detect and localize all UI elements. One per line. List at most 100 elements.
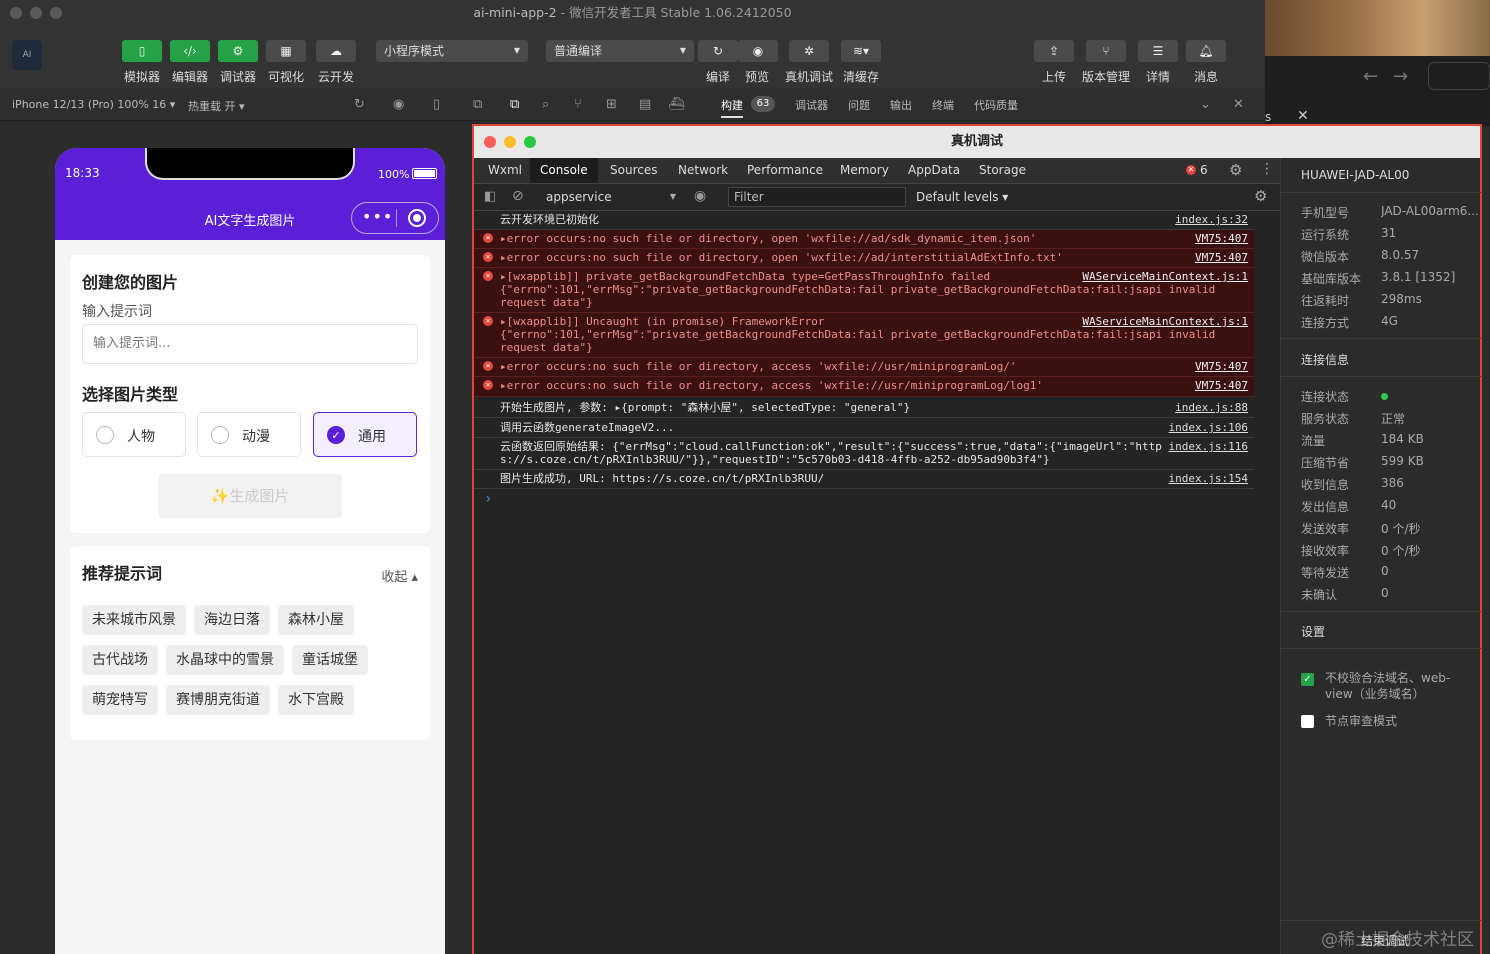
tab-issues[interactable]: 问题: [848, 97, 870, 113]
log-source-link[interactable]: VM75:407: [1195, 232, 1248, 245]
levels-select[interactable]: Default levels ▾: [916, 190, 1008, 204]
watermark: @稀土掘金技术社区: [1321, 930, 1474, 950]
log-source-link[interactable]: VM75:407: [1195, 360, 1248, 373]
log-source-link[interactable]: index.js:88: [1175, 401, 1248, 414]
checkbox-domain[interactable]: ✓: [1301, 673, 1314, 686]
suggest-chip[interactable]: 古代战场: [82, 645, 158, 675]
log-source-link[interactable]: VM75:407: [1195, 251, 1248, 264]
type-option-general[interactable]: ✓ 通用: [313, 412, 417, 457]
type-option-anime[interactable]: 动漫: [197, 412, 301, 457]
address-field[interactable]: [1428, 62, 1490, 90]
simulator-button[interactable]: ▯: [122, 40, 162, 62]
grid-icon[interactable]: ⊞: [606, 97, 617, 112]
visual-button[interactable]: ▦: [266, 40, 306, 62]
hotreload-select[interactable]: 热重载 开 ▾: [188, 98, 245, 114]
tab-code-quality[interactable]: 代码质量: [974, 97, 1018, 113]
mode-select[interactable]: 小程序模式 ▼: [376, 40, 528, 62]
log-source-link[interactable]: index.js:154: [1169, 472, 1248, 485]
version-button[interactable]: ⑂: [1086, 40, 1126, 62]
close-miniapp-icon[interactable]: [408, 209, 426, 227]
minimize-window-button[interactable]: [504, 136, 516, 148]
branch-icon[interactable]: ⑂: [574, 97, 582, 112]
kebab-menu-icon[interactable]: ⋮: [1260, 161, 1274, 177]
clear-console-icon[interactable]: ⊘: [512, 188, 524, 204]
gear-icon[interactable]: ⚙: [1229, 161, 1242, 179]
docker-icon[interactable]: ⛴: [668, 97, 685, 112]
device-select[interactable]: iPhone 12/13 (Pro) 100% 16 ▾: [12, 98, 175, 111]
upload-button[interactable]: ⇪: [1034, 40, 1074, 62]
tab-sources[interactable]: Sources: [600, 158, 667, 183]
remote-debug-button[interactable]: ✲: [789, 40, 829, 62]
generate-button[interactable]: ✨生成图片: [158, 474, 342, 518]
record-icon[interactable]: ◉: [393, 97, 404, 112]
log-row-error: ✕ ▸[wxapplib]] Uncaught (in promise) Fra…: [474, 313, 1254, 358]
clear-cache-button[interactable]: ≋▾: [841, 40, 881, 62]
app-logo: AI: [12, 40, 42, 70]
window-icon[interactable]: ⧉: [473, 97, 482, 112]
eye-icon[interactable]: ◉: [694, 188, 706, 204]
close-icon[interactable]: ✕: [1297, 108, 1309, 124]
chevron-down-icon[interactable]: ⌄: [1200, 97, 1211, 112]
filter-input[interactable]: Filter: [728, 187, 906, 207]
rotate-icon[interactable]: ↻: [354, 97, 365, 112]
back-arrow-icon[interactable]: ←: [1363, 66, 1378, 87]
forward-arrow-icon[interactable]: →: [1393, 66, 1408, 87]
tab-terminal[interactable]: 终端: [932, 97, 954, 113]
context-select[interactable]: appservice ▼: [540, 187, 680, 207]
log-source-link[interactable]: index.js:106: [1169, 421, 1248, 434]
close-icon[interactable]: ✕: [1233, 97, 1244, 112]
checkbox-inspect[interactable]: [1301, 715, 1314, 728]
suggest-chip[interactable]: 森林小屋: [278, 605, 354, 635]
type-title: 选择图片类型: [82, 385, 179, 404]
suggest-chip[interactable]: 海边日落: [194, 605, 270, 635]
log-source-link[interactable]: WAServiceMainContext.js:1: [1082, 270, 1248, 283]
collapse-button[interactable]: 收起 ▴: [381, 566, 418, 585]
zoom-window-button[interactable]: [524, 136, 536, 148]
suggest-chip[interactable]: 水下宫殿: [278, 685, 354, 715]
tab-debugger[interactable]: 调试器: [795, 97, 828, 113]
info-value: 0: [1381, 586, 1389, 600]
sidebar-toggle-icon[interactable]: ◧: [484, 189, 496, 204]
close-window-button[interactable]: [484, 136, 496, 148]
debugger-button[interactable]: ⚙: [218, 40, 258, 62]
tab-output[interactable]: 输出: [890, 97, 912, 113]
tab-console[interactable]: Console: [530, 158, 598, 183]
table-icon[interactable]: ▤: [639, 97, 651, 112]
console-prompt[interactable]: ›: [484, 491, 492, 507]
suggest-chip[interactable]: 赛博朋克街道: [166, 685, 270, 715]
log-source-link[interactable]: WAServiceMainContext.js:1: [1082, 315, 1248, 328]
tab-storage[interactable]: Storage: [969, 158, 1036, 183]
tab-performance[interactable]: Performance: [737, 158, 833, 183]
tab-build[interactable]: 构建: [721, 97, 743, 118]
preview-button[interactable]: ◉: [738, 40, 778, 62]
close-window-button[interactable]: [10, 7, 22, 19]
suggest-chip[interactable]: 水晶球中的雪景: [166, 645, 284, 675]
phone-icon[interactable]: ▯: [433, 97, 440, 112]
zoom-window-button[interactable]: [50, 7, 62, 19]
copy-icon[interactable]: ⧉: [510, 97, 519, 112]
compile-button[interactable]: ↻: [698, 40, 738, 62]
suggest-chip[interactable]: 童话城堡: [292, 645, 368, 675]
main-toolbar: AI ▯ 模拟器 ‹/› 编辑器 ⚙ 调试器 ▦ 可视化 ☁ 云开发 小程序模式…: [0, 26, 1265, 88]
messages-button[interactable]: 🔔︎: [1186, 40, 1226, 62]
tab-network[interactable]: Network: [668, 158, 738, 183]
tab-memory[interactable]: Memory: [830, 158, 899, 183]
type-option-person[interactable]: 人物: [82, 412, 186, 457]
compile-select[interactable]: 普通编译 ▼: [546, 40, 694, 62]
cloud-button[interactable]: ☁: [316, 40, 356, 62]
prompt-input[interactable]: 输入提示词...: [82, 324, 418, 364]
minimize-window-button[interactable]: [30, 7, 42, 19]
editor-button[interactable]: ‹/›: [170, 40, 210, 62]
log-source-link[interactable]: index.js:32: [1175, 213, 1248, 226]
suggest-chip[interactable]: 萌宠特写: [82, 685, 158, 715]
search-icon[interactable]: ⌕: [542, 97, 549, 112]
more-icon[interactable]: •••: [362, 207, 393, 226]
log-source-link[interactable]: index.js:116: [1169, 440, 1248, 453]
suggest-chip[interactable]: 未来城市风景: [82, 605, 186, 635]
tab-wxml[interactable]: Wxml: [478, 158, 532, 183]
log-source-link[interactable]: VM75:407: [1195, 379, 1248, 392]
tab-appdata[interactable]: AppData: [898, 158, 970, 183]
details-button[interactable]: ☰: [1138, 40, 1178, 62]
gear-icon[interactable]: ⚙: [1254, 187, 1267, 205]
info-value: 正常: [1381, 412, 1406, 426]
